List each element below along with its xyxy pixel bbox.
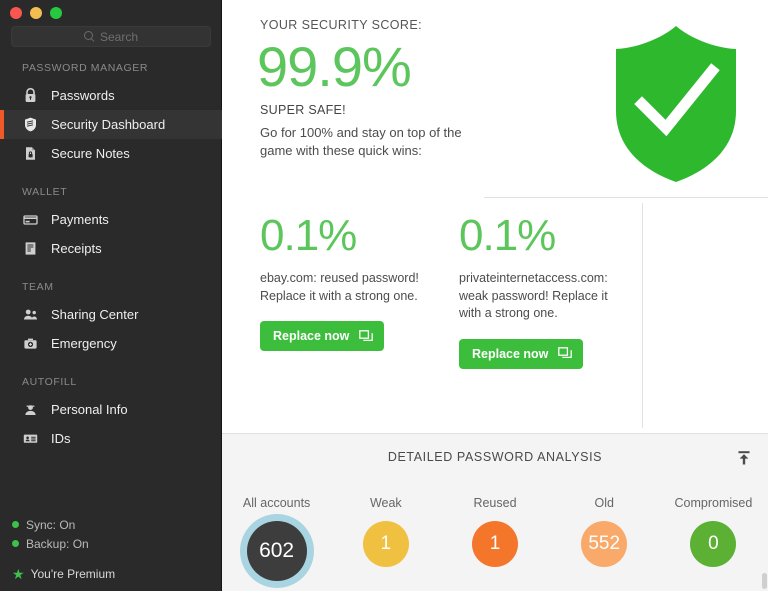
person-icon	[22, 401, 39, 418]
quick-win-description: privateinternetaccess.com: weak password…	[459, 271, 608, 320]
status-dot-icon	[12, 521, 19, 528]
credit-card-icon	[22, 211, 39, 228]
search-placeholder: Search	[99, 29, 139, 44]
sidebar-item-sharing-center[interactable]: Sharing Center	[0, 300, 222, 329]
window-traffic-lights	[10, 7, 62, 19]
stat-bubble: 552	[581, 521, 628, 567]
sidebar-item-receipts[interactable]: Receipts	[0, 234, 222, 263]
sidebar-group-title: AUTOFILL	[22, 376, 77, 388]
star-icon: ★	[12, 566, 25, 582]
sidebar: Search PASSWORD MANAGER Passwords Securi…	[0, 0, 222, 591]
stat-label: All accounts	[242, 496, 311, 510]
stat-label: Old	[594, 496, 614, 510]
open-window-icon	[359, 329, 374, 343]
premium-badge[interactable]: ★ You're Premium	[12, 565, 212, 583]
replace-now-button[interactable]: Replace now	[260, 321, 385, 351]
lock-icon	[22, 87, 39, 104]
main-content: YOUR SECURITY SCORE: 99.9% SUPER SAFE! G…	[222, 0, 768, 591]
stat-bubble: 1	[472, 521, 518, 567]
stat-bubble: 1	[362, 521, 409, 567]
sidebar-item-label: Security Dashboard	[51, 117, 166, 132]
sidebar-item-label: IDs	[51, 431, 71, 446]
sidebar-group-wallet: WALLET Payments Receipts	[0, 186, 222, 263]
sidebar-item-label: Receipts	[51, 241, 102, 256]
people-icon	[22, 306, 39, 323]
sidebar-item-label: Emergency	[51, 336, 117, 351]
status-dot-icon	[12, 540, 19, 547]
sidebar-item-ids[interactable]: IDs	[0, 424, 222, 453]
sidebar-item-label: Passwords	[51, 88, 115, 103]
sidebar-group-title: TEAM	[22, 281, 54, 293]
quick-win-description: ebay.com: reused password! Replace it wi…	[260, 271, 419, 303]
search-icon	[83, 31, 95, 42]
stat-all-accounts[interactable]: All accounts 602	[222, 496, 331, 581]
receipt-icon	[22, 240, 39, 257]
stat-compromised[interactable]: Compromised 0	[659, 496, 768, 581]
stat-old[interactable]: Old 552	[550, 496, 659, 581]
stat-reused[interactable]: Reused 1	[440, 496, 549, 581]
quick-wins: 0.1% ebay.com: reused password! Replace …	[222, 210, 768, 369]
shield-check-icon	[600, 24, 752, 184]
sidebar-item-label: Personal Info	[51, 402, 128, 417]
quick-win-card: 0.1% privateinternetaccess.com: weak pas…	[459, 210, 622, 369]
detailed-password-analysis-panel: DETAILED PASSWORD ANALYSIS All accounts …	[222, 433, 768, 591]
sidebar-group-team: TEAM Sharing Center Emergency	[0, 281, 222, 358]
id-card-icon	[22, 430, 39, 447]
sync-status: Sync: On	[12, 515, 212, 534]
sidebar-status: Sync: On Backup: On ★ You're Premium	[12, 515, 212, 583]
panel-header: DETAILED PASSWORD ANALYSIS	[222, 434, 768, 480]
security-score-description: Go for 100% and stay on top of the game …	[260, 125, 462, 158]
section-divider-horizontal	[484, 197, 768, 198]
sidebar-item-payments[interactable]: Payments	[0, 205, 222, 234]
sidebar-item-label: Sharing Center	[51, 307, 139, 322]
first-aid-kit-icon	[22, 335, 39, 352]
sidebar-item-personal-info[interactable]: Personal Info	[0, 395, 222, 424]
stat-weak[interactable]: Weak 1	[331, 496, 440, 581]
vertical-scrollbar[interactable]	[762, 573, 767, 589]
close-button[interactable]	[10, 7, 22, 19]
replace-now-label: Replace now	[472, 346, 549, 361]
backup-status-label: Backup: On	[26, 536, 89, 551]
replace-now-button[interactable]: Replace now	[459, 338, 584, 369]
search-input[interactable]: Search	[11, 26, 211, 47]
arrow-up-to-bar-icon[interactable]	[732, 446, 756, 470]
sidebar-item-label: Secure Notes	[51, 146, 130, 161]
sidebar-item-security-dashboard[interactable]: Security Dashboard	[0, 110, 222, 139]
zoom-button[interactable]	[50, 7, 62, 19]
sidebar-group-autofill: AUTOFILL Personal Info IDs	[0, 376, 222, 453]
sidebar-item-secure-notes[interactable]: Secure Notes	[0, 139, 222, 168]
sync-status-label: Sync: On	[26, 517, 76, 532]
sidebar-nav: PASSWORD MANAGER Passwords Security Dash…	[0, 62, 222, 471]
stat-label: Weak	[369, 496, 402, 510]
sidebar-item-passwords[interactable]: Passwords	[0, 81, 222, 110]
replace-now-label: Replace now	[273, 329, 350, 343]
stat-bubble: 0	[690, 521, 737, 567]
stat-label: Compromised	[674, 496, 753, 510]
sidebar-item-label: Payments	[51, 212, 109, 227]
quick-win-card: 0.1% ebay.com: reused password! Replace …	[260, 210, 419, 369]
sidebar-group-password-manager: PASSWORD MANAGER Passwords Security Dash…	[0, 62, 222, 168]
sidebar-item-emergency[interactable]: Emergency	[0, 329, 222, 358]
premium-label: You're Premium	[30, 567, 116, 581]
quick-win-percent: 0.1%	[459, 211, 556, 260]
shield-icon	[22, 116, 39, 133]
app-window: Search PASSWORD MANAGER Passwords Securi…	[0, 0, 768, 591]
minimize-button[interactable]	[30, 7, 42, 19]
open-window-icon	[558, 347, 573, 360]
quick-win-percent: 0.1%	[260, 211, 357, 260]
password-analysis-stats: All accounts 602 Weak 1 Reused 1 Old 552…	[222, 496, 768, 581]
secure-note-icon	[22, 145, 39, 162]
stat-label: Reused	[473, 496, 517, 510]
stat-bubble: 602	[246, 521, 307, 581]
sidebar-group-title: PASSWORD MANAGER	[22, 62, 149, 74]
sidebar-group-title: WALLET	[22, 186, 68, 198]
panel-title: DETAILED PASSWORD ANALYSIS	[387, 450, 603, 464]
backup-status: Backup: On	[12, 534, 212, 553]
